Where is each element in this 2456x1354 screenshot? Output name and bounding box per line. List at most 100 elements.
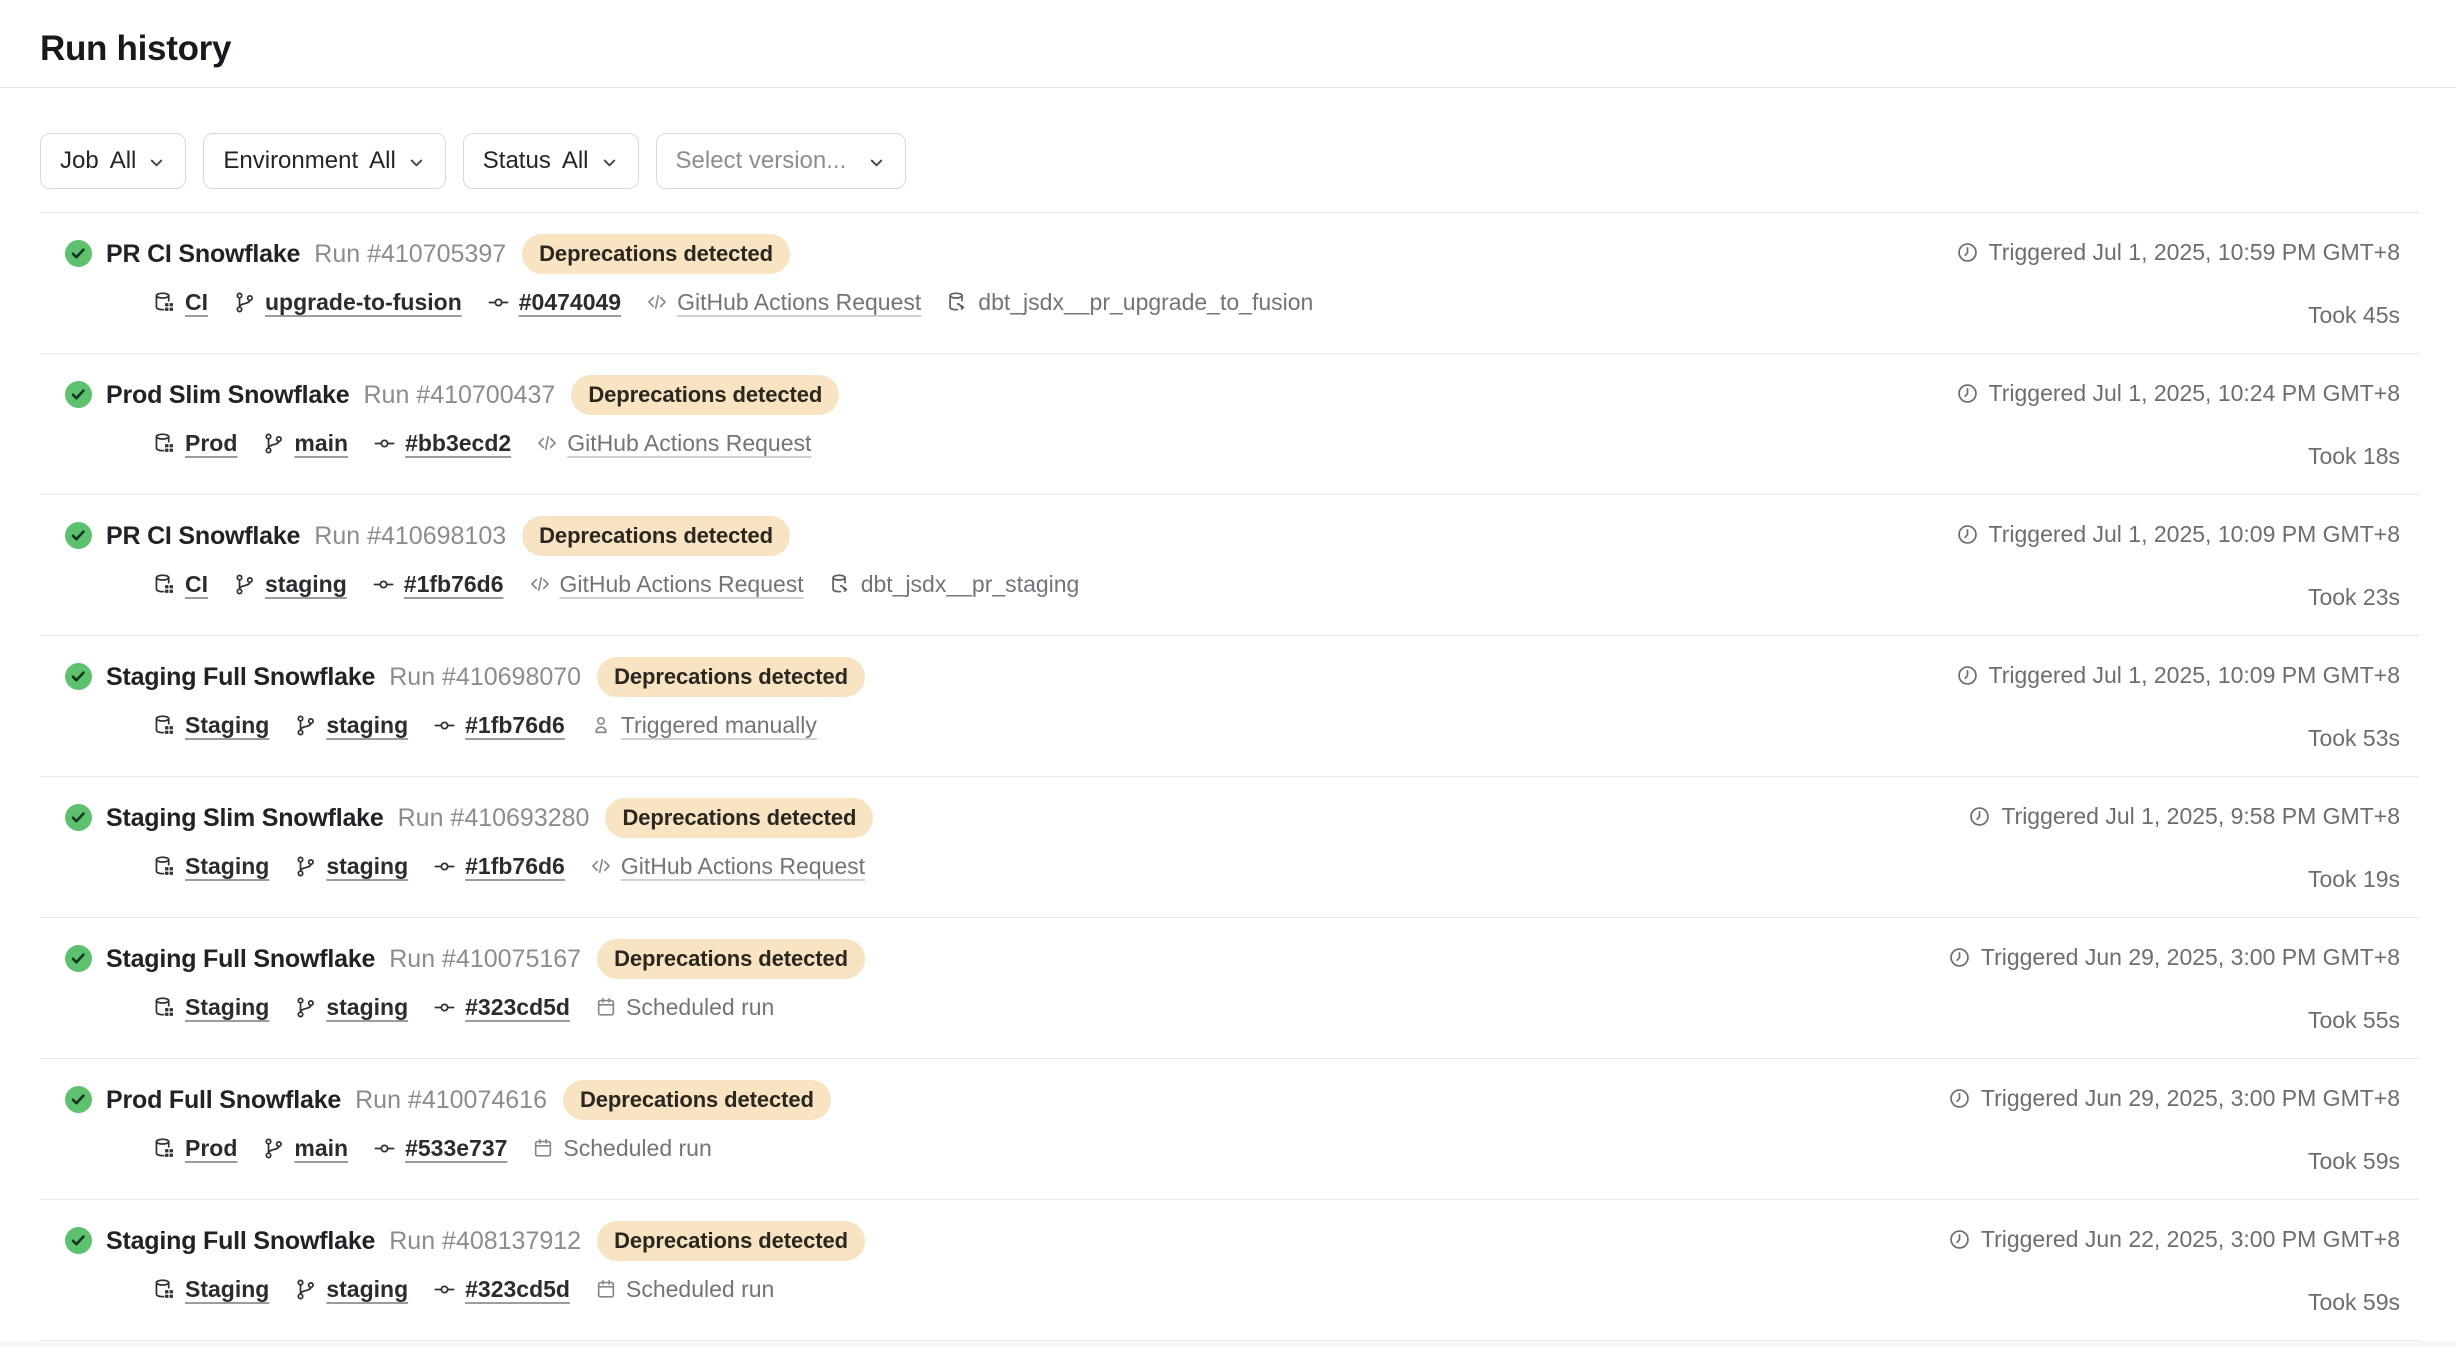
triggered-timestamp: Triggered Jul 1, 2025, 10:59 PM GMT+8 bbox=[1956, 239, 2400, 266]
triggered-text: Triggered Jun 29, 2025, 3:00 PM GMT+8 bbox=[1981, 944, 2400, 971]
branch-link[interactable]: main bbox=[262, 1135, 348, 1162]
commit-hash: #0474049 bbox=[519, 289, 621, 316]
clock-icon bbox=[1948, 946, 1971, 969]
branch-name: staging bbox=[326, 1276, 408, 1303]
branch-name: staging bbox=[265, 571, 347, 598]
filter-value: All bbox=[110, 147, 137, 175]
environment-link[interactable]: Staging bbox=[153, 994, 269, 1021]
deprecations-badge: Deprecations detected bbox=[597, 939, 865, 979]
branch-name: staging bbox=[326, 712, 408, 739]
run-number: Run #410700437 bbox=[363, 381, 555, 410]
commit-hash: #bb3ecd2 bbox=[405, 430, 511, 457]
success-check-icon bbox=[65, 945, 92, 972]
trigger-source: Scheduled run bbox=[532, 1135, 711, 1162]
run-row[interactable]: Prod Slim Snowflake Run #410700437 Depre… bbox=[40, 354, 2419, 495]
job-filter-dropdown[interactable]: Job All bbox=[40, 133, 186, 189]
commit-link[interactable]: #1fb76d6 bbox=[372, 571, 504, 598]
triggered-timestamp: Triggered Jul 1, 2025, 10:09 PM GMT+8 bbox=[1956, 521, 2400, 548]
commit-link[interactable]: #323cd5d bbox=[433, 994, 570, 1021]
run-name: Staging Slim Snowflake bbox=[106, 804, 384, 833]
environment-filter-dropdown[interactable]: Environment All bbox=[203, 133, 445, 189]
code-icon bbox=[646, 291, 668, 313]
schema-name: dbt_jsdx__pr_upgrade_to_fusion bbox=[978, 289, 1313, 316]
run-number: Run #410075167 bbox=[389, 945, 581, 974]
branch-link[interactable]: staging bbox=[294, 712, 408, 739]
run-row[interactable]: PR CI Snowflake Run #410698103 Deprecati… bbox=[40, 495, 2419, 636]
environment-link[interactable]: Staging bbox=[153, 1276, 269, 1303]
clock-icon bbox=[1956, 523, 1979, 546]
duration-text: Took 18s bbox=[2308, 443, 2400, 470]
run-row[interactable]: Staging Full Snowflake Run #410075167 De… bbox=[40, 918, 2419, 1059]
deprecations-badge: Deprecations detected bbox=[605, 798, 873, 838]
run-row[interactable]: Staging Full Snowflake Run #410698070 De… bbox=[40, 636, 2419, 777]
trigger-source[interactable]: GitHub Actions Request bbox=[646, 289, 921, 316]
run-row[interactable]: Staging Full Snowflake Run #408137912 De… bbox=[40, 1200, 2419, 1341]
environment-icon bbox=[153, 432, 176, 455]
run-row[interactable]: PR CI Snowflake Run #410705397 Deprecati… bbox=[40, 213, 2419, 354]
version-select-placeholder: Select version... bbox=[676, 147, 847, 175]
git-branch-icon bbox=[294, 714, 317, 737]
run-row[interactable]: Staging Slim Snowflake Run #410693280 De… bbox=[40, 777, 2419, 918]
run-number: Run #410074616 bbox=[355, 1086, 547, 1115]
run-name: Prod Slim Snowflake bbox=[106, 381, 349, 410]
commit-link[interactable]: #bb3ecd2 bbox=[373, 430, 511, 457]
person-icon bbox=[590, 714, 612, 736]
chevron-down-icon bbox=[867, 153, 886, 172]
environment-link[interactable]: CI bbox=[153, 571, 208, 598]
commit-link[interactable]: #533e737 bbox=[373, 1135, 507, 1162]
clock-icon bbox=[1948, 1228, 1971, 1251]
commit-hash: #533e737 bbox=[405, 1135, 507, 1162]
triggered-text: Triggered Jul 1, 2025, 10:09 PM GMT+8 bbox=[1989, 662, 2400, 689]
trigger-source[interactable]: Triggered manually bbox=[590, 712, 817, 739]
branch-name: main bbox=[294, 430, 348, 457]
deprecations-badge: Deprecations detected bbox=[571, 375, 839, 415]
branch-link[interactable]: staging bbox=[233, 571, 347, 598]
environment-link[interactable]: Prod bbox=[153, 1135, 237, 1162]
triggered-text: Triggered Jun 29, 2025, 3:00 PM GMT+8 bbox=[1981, 1085, 2400, 1112]
branch-link[interactable]: staging bbox=[294, 1276, 408, 1303]
calendar-icon bbox=[595, 996, 617, 1018]
commit-link[interactable]: #0474049 bbox=[487, 289, 621, 316]
environment-link[interactable]: CI bbox=[153, 289, 208, 316]
version-select-dropdown[interactable]: Select version... bbox=[656, 133, 907, 189]
git-branch-icon bbox=[233, 291, 256, 314]
environment-link[interactable]: Staging bbox=[153, 853, 269, 880]
branch-link[interactable]: staging bbox=[294, 994, 408, 1021]
environment-link[interactable]: Staging bbox=[153, 712, 269, 739]
branch-link[interactable]: upgrade-to-fusion bbox=[233, 289, 462, 316]
commit-hash: #1fb76d6 bbox=[465, 853, 565, 880]
commit-link[interactable]: #1fb76d6 bbox=[433, 712, 565, 739]
success-check-icon bbox=[65, 1086, 92, 1113]
environment-name: Staging bbox=[185, 712, 269, 739]
branch-link[interactable]: staging bbox=[294, 853, 408, 880]
commit-hash: #323cd5d bbox=[465, 994, 570, 1021]
chevron-down-icon bbox=[600, 153, 619, 172]
trigger-source[interactable]: GitHub Actions Request bbox=[536, 430, 811, 457]
commit-link[interactable]: #323cd5d bbox=[433, 1276, 570, 1303]
run-name: Prod Full Snowflake bbox=[106, 1086, 341, 1115]
status-filter-dropdown[interactable]: Status All bbox=[463, 133, 639, 189]
git-branch-icon bbox=[294, 855, 317, 878]
branch-link[interactable]: main bbox=[262, 430, 348, 457]
trigger-source[interactable]: GitHub Actions Request bbox=[529, 571, 804, 598]
duration-text: Took 55s bbox=[2308, 1007, 2400, 1034]
schema-icon bbox=[946, 291, 969, 314]
calendar-icon bbox=[595, 1278, 617, 1300]
run-number: Run #408137912 bbox=[389, 1227, 581, 1256]
page-title: Run history bbox=[40, 29, 231, 69]
environment-icon bbox=[153, 573, 176, 596]
triggered-timestamp: Triggered Jun 29, 2025, 3:00 PM GMT+8 bbox=[1948, 944, 2400, 971]
code-icon bbox=[529, 573, 551, 595]
git-branch-icon bbox=[262, 1137, 285, 1160]
filter-bar: Job All Environment All Status All bbox=[40, 88, 2419, 213]
triggered-timestamp: Triggered Jul 1, 2025, 10:09 PM GMT+8 bbox=[1956, 662, 2400, 689]
branch-name: upgrade-to-fusion bbox=[265, 289, 462, 316]
trigger-source[interactable]: GitHub Actions Request bbox=[590, 853, 865, 880]
environment-link[interactable]: Prod bbox=[153, 430, 237, 457]
run-name: Staging Full Snowflake bbox=[106, 663, 375, 692]
trigger-label: GitHub Actions Request bbox=[560, 571, 804, 598]
deprecations-badge: Deprecations detected bbox=[597, 1221, 865, 1261]
commit-link[interactable]: #1fb76d6 bbox=[433, 853, 565, 880]
run-row[interactable]: Prod Full Snowflake Run #410074616 Depre… bbox=[40, 1059, 2419, 1200]
code-icon bbox=[590, 855, 612, 877]
